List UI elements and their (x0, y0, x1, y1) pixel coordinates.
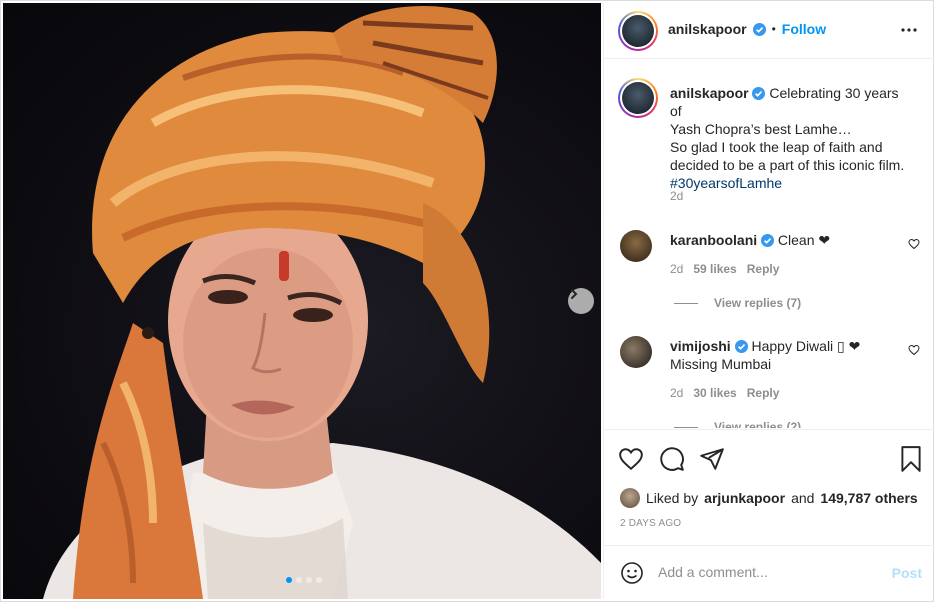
replies-divider (674, 426, 698, 428)
comment-meta: 2d 59 likes Reply (670, 262, 779, 276)
post-header: anilskapoor • Follow (604, 3, 934, 59)
chevron-right-icon (571, 289, 578, 299)
and-label: and (791, 490, 815, 506)
caption-text: anilskapoor Celebrating 30 years of Yash… (670, 84, 910, 192)
comment-age: 2d (670, 386, 684, 400)
verified-badge-icon (752, 87, 766, 100)
follow-separator: • (771, 22, 776, 36)
others-count[interactable]: 149,787 others (820, 490, 917, 506)
more-options-icon[interactable] (900, 21, 918, 39)
caption-avatar[interactable] (618, 78, 658, 118)
emoji-icon[interactable] (620, 561, 644, 585)
follow-button[interactable]: Follow (782, 21, 826, 37)
caption: anilskapoor Celebrating 30 years of Yash… (618, 78, 920, 208)
bookmark-icon[interactable] (898, 445, 924, 473)
liker-username[interactable]: arjunkapoor (704, 490, 785, 506)
caption-line: So glad I took the leap of faith and (670, 139, 883, 155)
comment-username[interactable]: karanboolani (670, 232, 757, 248)
carousel-indicator (286, 577, 322, 583)
view-replies-button[interactable]: View replies (7) (674, 296, 801, 310)
replies-divider (674, 302, 698, 304)
post-timestamp: 2 DAYS AGO (620, 518, 682, 529)
caption-line: decided to be a part of this iconic film… (670, 157, 905, 173)
comment-composer: Post (604, 545, 934, 599)
post-actions: Liked by arjunkapoor and 149,787 others … (604, 429, 934, 545)
verified-badge-icon (752, 22, 766, 36)
liked-by-prefix: Liked by (646, 490, 699, 506)
comment-body: Clean ❤ (777, 232, 831, 248)
comment-body-line2: Missing Mumbai (670, 356, 772, 372)
view-replies-button[interactable]: View replies (2) (674, 420, 801, 428)
commenter-avatar[interactable] (620, 230, 652, 262)
comment-age: 2d (670, 262, 684, 276)
caption-age: 2d (670, 189, 684, 203)
likes-summary: Liked by arjunkapoor and 149,787 others (620, 488, 918, 508)
reply-button[interactable]: Reply (747, 262, 780, 276)
comment-meta: 2d 30 likes Reply (670, 386, 779, 400)
caption-username[interactable]: anilskapoor (670, 85, 749, 101)
carousel-dot (306, 577, 312, 583)
author-avatar[interactable] (618, 11, 658, 51)
comment-likes[interactable]: 59 likes (693, 262, 736, 276)
comment-icon[interactable] (659, 446, 685, 472)
like-comment-heart-icon[interactable] (908, 238, 920, 250)
author-line: anilskapoor • Follow (668, 21, 826, 37)
verified-badge-icon (734, 340, 748, 353)
post-dialog: anilskapoor • Follow anilskapoor Celebra… (0, 0, 934, 602)
heart-icon[interactable] (618, 446, 644, 472)
comment-text: vimijoshi Happy Diwali ▯ ❤ Missing Mumba… (670, 337, 910, 373)
comment-username[interactable]: vimijoshi (670, 338, 731, 354)
post-media[interactable] (3, 3, 601, 599)
carousel-dot (296, 577, 302, 583)
comment-item: karanboolani Clean ❤ 2d 59 likes Reply V… (620, 228, 920, 310)
next-slide-button[interactable] (568, 288, 594, 314)
comment-item: vimijoshi Happy Diwali ▯ ❤ Missing Mumba… (620, 334, 920, 428)
comment-input[interactable] (658, 560, 878, 584)
commenter-avatar[interactable] (620, 336, 652, 368)
carousel-dot (286, 577, 292, 583)
author-username[interactable]: anilskapoor (668, 21, 747, 37)
view-replies-label: View replies (7) (714, 296, 802, 310)
comment-text: karanboolani Clean ❤ (670, 231, 910, 249)
comment-body: Happy Diwali ▯ ❤ (751, 338, 861, 354)
caption-meta: 2d (670, 189, 683, 203)
comment-likes[interactable]: 30 likes (693, 386, 736, 400)
share-icon[interactable] (699, 446, 725, 472)
post-comment-button[interactable]: Post (892, 565, 922, 581)
carousel-dot (316, 577, 322, 583)
liker-avatar[interactable] (620, 488, 640, 508)
comments-section[interactable]: anilskapoor Celebrating 30 years of Yash… (604, 60, 934, 428)
view-replies-label: View replies (2) (714, 420, 802, 428)
post-photo (43, 5, 601, 599)
verified-badge-icon (761, 234, 775, 247)
like-comment-heart-icon[interactable] (908, 344, 920, 356)
hashtag-link[interactable]: #30yearsofLamhe (670, 175, 782, 191)
reply-button[interactable]: Reply (747, 386, 780, 400)
post-sidebar: anilskapoor • Follow anilskapoor Celebra… (603, 3, 934, 599)
caption-line: Yash Chopra’s best Lamhe… (670, 121, 852, 137)
